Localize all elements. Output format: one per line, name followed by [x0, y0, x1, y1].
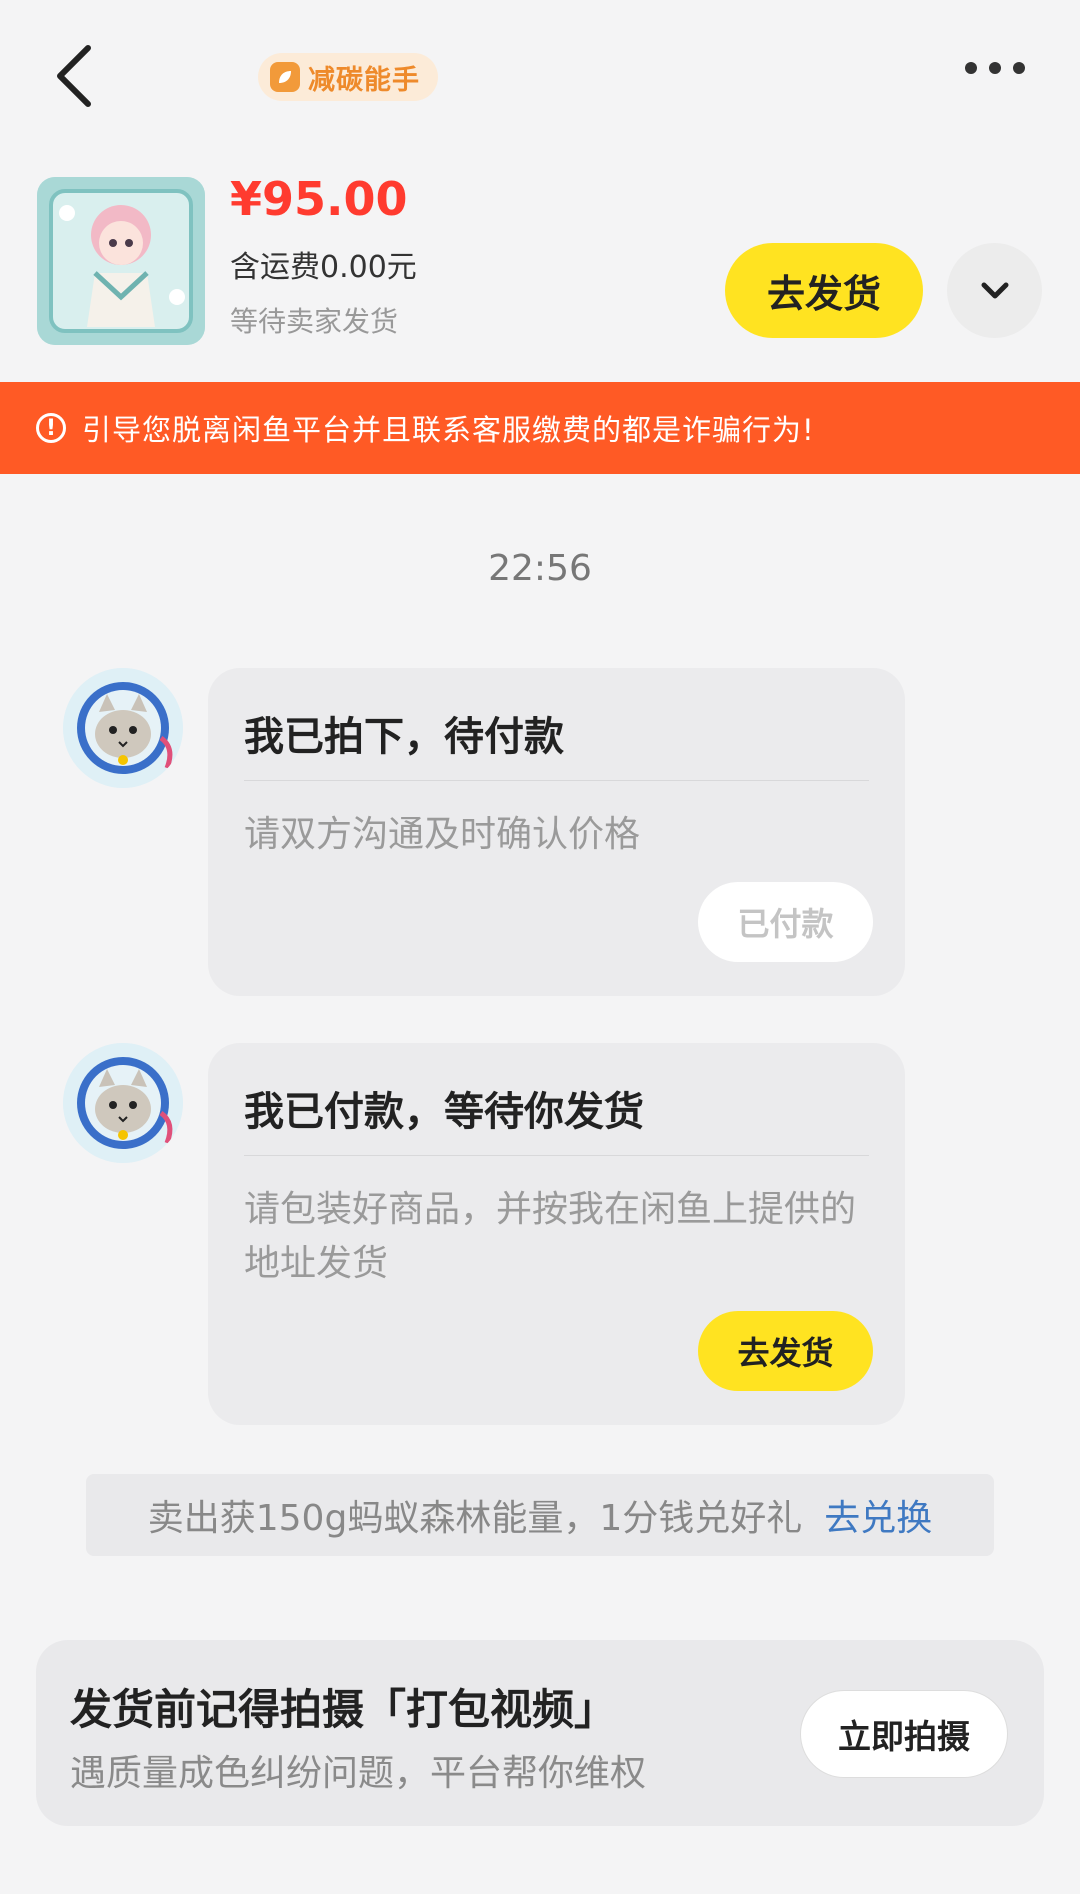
price: ¥95.00: [230, 172, 408, 226]
card-body: 请双方沟通及时确认价格: [244, 814, 641, 855]
tip-subtitle: 遇质量成色纠纷问题，平台帮你维权: [70, 1753, 647, 1794]
cat-avatar-image: [63, 668, 183, 788]
warning-text: 引导您脱离闲鱼平台并且联系客服缴费的都是诈骗行为!: [82, 413, 815, 447]
more-dot: [965, 62, 977, 74]
divider: [244, 1155, 869, 1156]
packing-video-tip: 发货前记得拍摄「打包视频」 遇质量成色纠纷问题，平台帮你维权 立即拍摄: [36, 1640, 1044, 1826]
chevron-down-icon: [981, 282, 1008, 298]
chevron-left-icon: [57, 45, 91, 107]
ship-button[interactable]: 去发货: [725, 243, 923, 338]
more-dot: [1013, 62, 1025, 74]
shipping-fee: 含运费0.00元: [230, 250, 417, 285]
alert-icon: !: [36, 413, 66, 443]
ship-button[interactable]: 去发货: [698, 1311, 873, 1391]
carbon-badge[interactable]: 减碳能手: [258, 53, 438, 101]
energy-text: 卖出获150g蚂蚁森林能量，1分钱兑好礼: [147, 1498, 803, 1539]
top-bar: 减碳能手: [0, 0, 1080, 150]
fraud-warning-banner: ! 引导您脱离闲鱼平台并且联系客服缴费的都是诈骗行为!: [0, 382, 1080, 474]
avatar[interactable]: [63, 1043, 183, 1163]
chat-timestamp: 22:56: [488, 548, 592, 589]
energy-promo: 卖出获150g蚂蚁森林能量，1分钱兑好礼 去兑换: [86, 1474, 994, 1556]
product-thumbnail[interactable]: [37, 177, 205, 345]
order-status: 等待卖家发货: [230, 305, 399, 338]
paid-button[interactable]: 已付款: [698, 882, 873, 962]
card-title: 我已付款，等待你发货: [244, 1089, 644, 1135]
redeem-link[interactable]: 去兑换: [824, 1489, 932, 1541]
message-card-paid: 我已付款，等待你发货 请包装好商品，并按我在闲鱼上提供的地址发货 去发货: [208, 1043, 905, 1425]
doll-image: [37, 177, 205, 345]
expand-button[interactable]: [947, 243, 1042, 338]
divider: [244, 780, 869, 781]
card-title: 我已拍下，待付款: [244, 714, 564, 760]
more-button[interactable]: [965, 62, 1025, 74]
card-body: 请包装好商品，并按我在闲鱼上提供的地址发货: [244, 1189, 857, 1284]
message-card-order-placed: 我已拍下，待付款 请双方沟通及时确认价格 已付款: [208, 668, 905, 996]
cat-avatar-image: [63, 1043, 183, 1163]
product-summary: ¥95.00 含运费0.00元 等待卖家发货 去发货: [0, 160, 1080, 360]
more-dot: [989, 62, 1001, 74]
badge-label: 减碳能手: [308, 64, 420, 96]
avatar[interactable]: [63, 668, 183, 788]
back-button[interactable]: [50, 40, 110, 112]
tip-title: 发货前记得拍摄「打包视频」: [70, 1685, 617, 1734]
shoot-now-button[interactable]: 立即拍摄: [800, 1690, 1008, 1778]
leaf-icon: [270, 62, 300, 92]
